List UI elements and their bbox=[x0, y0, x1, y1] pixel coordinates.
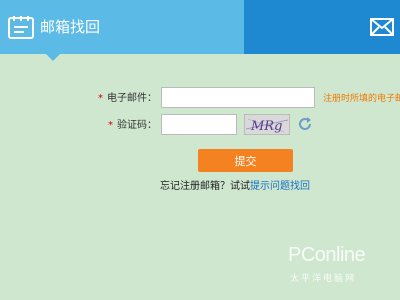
required-mark: * bbox=[98, 93, 103, 104]
captcha-field[interactable] bbox=[161, 114, 237, 135]
watermark-logo: PConline 太平洋电脑网 bbox=[282, 242, 396, 294]
notepad-icon bbox=[8, 16, 34, 39]
captcha-label-row: * 验证码： bbox=[108, 119, 157, 133]
page-title: 邮箱找回 bbox=[40, 18, 101, 36]
envelope-icon[interactable] bbox=[370, 18, 394, 36]
captcha-label: 验证码： bbox=[117, 120, 157, 131]
watermark-brand: PConline bbox=[288, 244, 366, 266]
email-hint: 注册时所填的电子邮 bbox=[323, 94, 400, 104]
header-bar: 邮箱找回 bbox=[0, 0, 400, 54]
refresh-icon[interactable] bbox=[297, 116, 313, 132]
captcha-image[interactable]: MRg bbox=[244, 114, 290, 135]
email-field[interactable] bbox=[161, 87, 315, 108]
captcha-text: MRg bbox=[250, 119, 282, 134]
watermark-sub: 太平洋电脑网 bbox=[290, 274, 357, 284]
security-question-link[interactable]: 提示问题找回 bbox=[250, 181, 310, 192]
email-label: 电子邮件： bbox=[107, 93, 157, 104]
submit-button[interactable]: 提交 bbox=[198, 149, 293, 172]
header-pointer bbox=[46, 54, 60, 61]
email-label-row: * 电子邮件： bbox=[98, 92, 157, 106]
forgot-prefix: 忘记注册邮箱？试试 bbox=[160, 181, 250, 192]
required-mark: * bbox=[108, 120, 113, 131]
forgot-email-line: 忘记注册邮箱？试试提示问题找回 bbox=[160, 180, 310, 194]
